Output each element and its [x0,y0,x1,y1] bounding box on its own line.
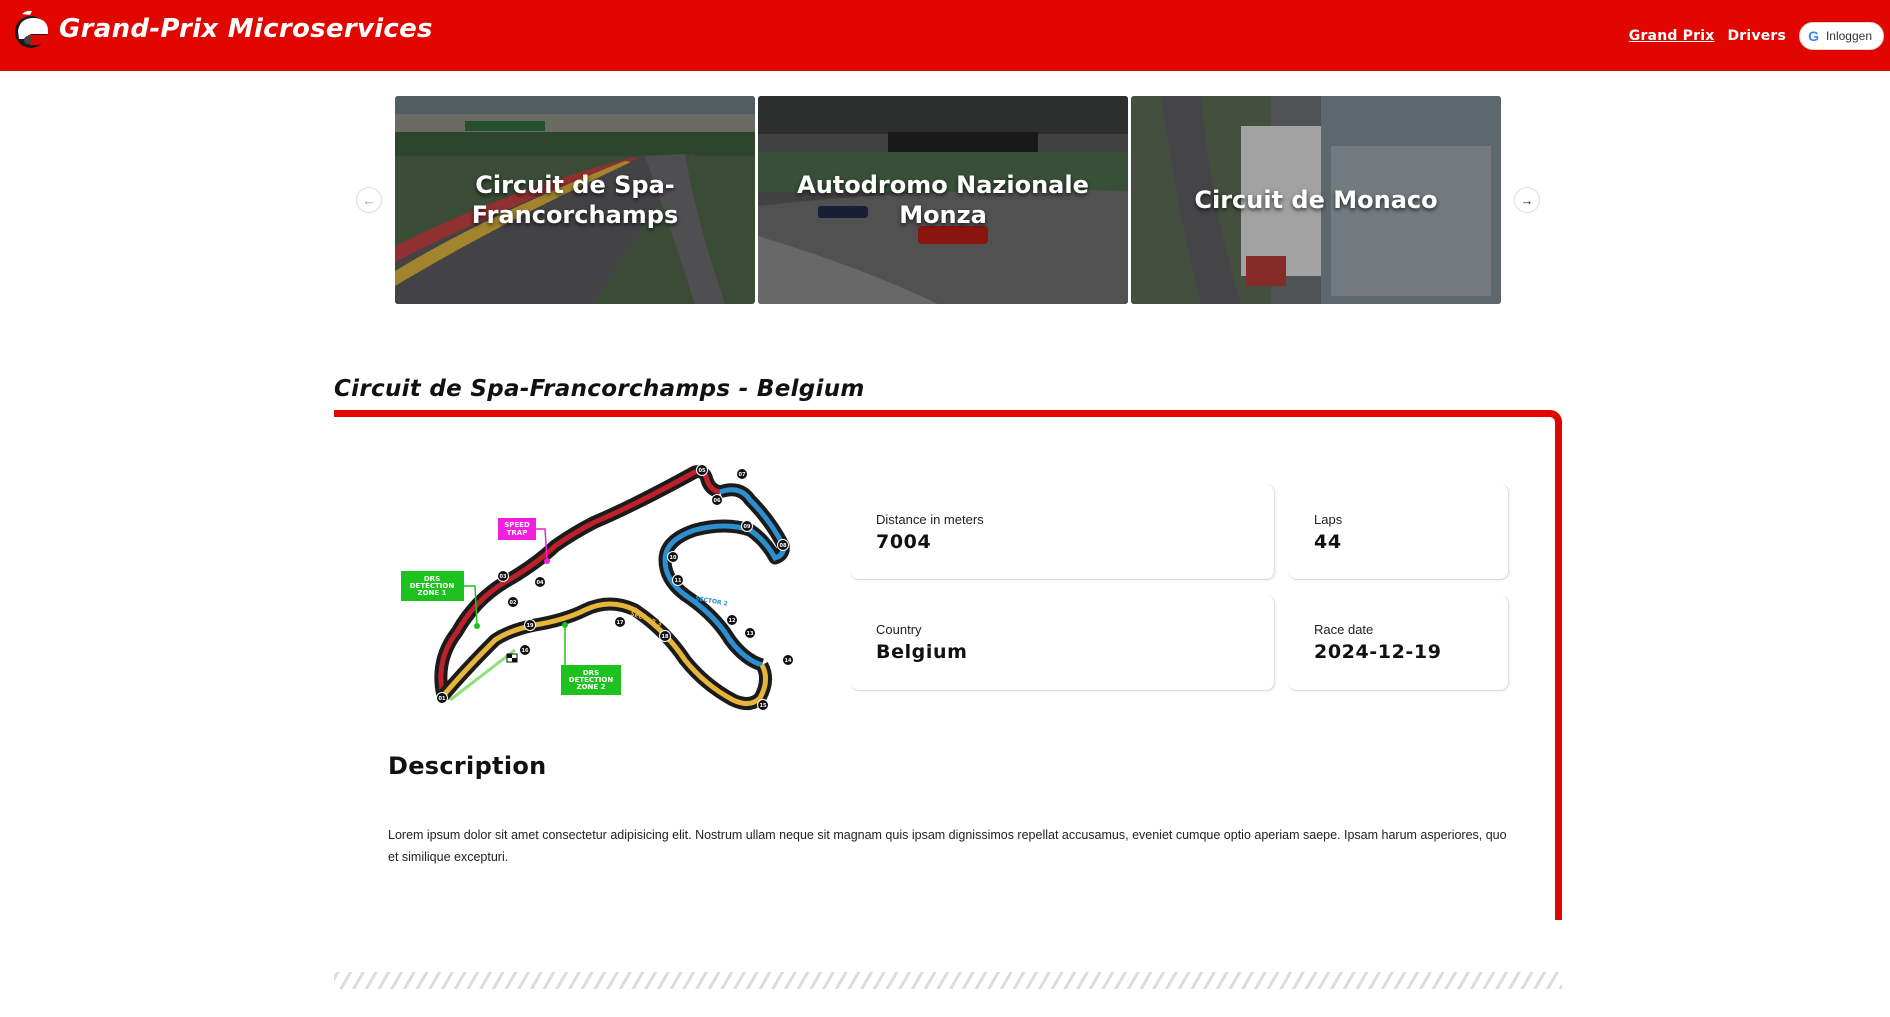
corner-marker-06: 06 [711,494,723,506]
drs-zone-2-label-3: ZONE 2 [577,683,606,691]
stat-value-distance: 7004 [876,531,932,553]
drs-zone-1-label-3: ZONE 1 [418,589,447,597]
track-map-diagram: SECTOR 2 SECTOR 3 SPEED TRAP DRS DETECTI… [401,464,794,711]
svg-text:11: 11 [675,578,682,584]
carousel-slide-monaco[interactable]: Circuit de Monaco [1131,96,1501,304]
svg-text:13: 13 [747,631,754,637]
carousel-next-button[interactable]: → [1514,187,1540,213]
corner-marker-10: 10 [667,551,679,563]
stat-value-laps: 44 [1314,531,1342,553]
svg-text:17: 17 [617,620,624,626]
stat-card-race-date: Race date 2024-12-19 [1288,595,1509,691]
svg-text:05: 05 [699,468,706,474]
svg-text:09: 09 [744,524,751,530]
corner-marker-03: 03 [497,570,509,582]
svg-text:14: 14 [785,658,792,664]
stat-label-race-date: Race date [1314,622,1374,637]
corner-marker-14: 14 [782,654,794,666]
corner-marker-12: 12 [726,614,738,626]
corner-marker-07: 07 [736,468,748,480]
svg-text:19: 19 [527,623,534,629]
corner-marker-02: 02 [507,596,519,608]
corner-marker-01: 01 [436,692,448,704]
corner-marker-04: 04 [534,576,546,588]
corner-marker-16: 16 [519,644,531,656]
speed-trap-label-1: SPEED [504,521,530,529]
corner-marker-19: 19 [524,619,536,631]
stat-value-country: Belgium [876,641,968,663]
svg-text:03: 03 [500,574,507,580]
slide-title-spa: Circuit de Spa-Francorchamps [471,171,679,229]
stat-card-laps: Laps 44 [1288,484,1509,580]
carousel-slide-spa[interactable]: Circuit de Spa-Francorchamps [395,96,755,304]
svg-text:08: 08 [780,543,787,549]
arrow-right-icon: → [1520,192,1534,208]
svg-text:02: 02 [510,600,517,606]
description-text: Lorem ipsum dolor sit amet consectetur a… [388,828,1507,864]
svg-text:06: 06 [714,498,721,504]
slide-title-monza: Autodromo Nazionale Monza [797,171,1089,229]
svg-text:01: 01 [439,696,446,702]
svg-text:04: 04 [537,580,544,586]
description-heading: Description [388,752,547,780]
corner-marker-18: 18 [659,630,671,642]
corner-marker-05: 05 [696,464,708,476]
circuit-carousel: ← Circuit de Spa-Francorchamps Autodromo… [0,0,1890,310]
stat-card-distance: Distance in meters 7004 [850,484,1275,580]
svg-text:15: 15 [760,703,767,709]
corner-marker-13: 13 [744,627,756,639]
svg-text:10: 10 [670,555,677,561]
corner-marker-15: 15 [757,699,769,711]
corner-marker-11: 11 [672,574,684,586]
corner-marker-08: 08 [777,539,789,551]
stat-label-country: Country [876,622,922,637]
circuit-title: Circuit de Spa-Francorchamps - Belgium [334,376,865,402]
svg-text:07: 07 [739,472,746,478]
stat-value-race-date: 2024-12-19 [1314,641,1442,663]
corner-marker-09: 09 [741,520,753,532]
svg-text:16: 16 [522,648,529,654]
svg-text:12: 12 [729,618,736,624]
footer-stripes [334,972,1562,989]
arrow-left-icon: ← [362,192,376,208]
slide-title-monaco: Circuit de Monaco [1194,186,1438,214]
carousel-slide-monza[interactable]: Autodromo Nazionale Monza [758,96,1128,304]
stat-label-laps: Laps [1314,512,1343,527]
stat-label-distance: Distance in meters [876,512,984,527]
stat-card-country: Country Belgium [850,595,1275,691]
speed-trap-label-2: TRAP [507,529,528,537]
carousel-prev-button[interactable]: ← [356,187,382,213]
corner-marker-17: 17 [614,616,626,628]
svg-text:18: 18 [662,634,669,640]
